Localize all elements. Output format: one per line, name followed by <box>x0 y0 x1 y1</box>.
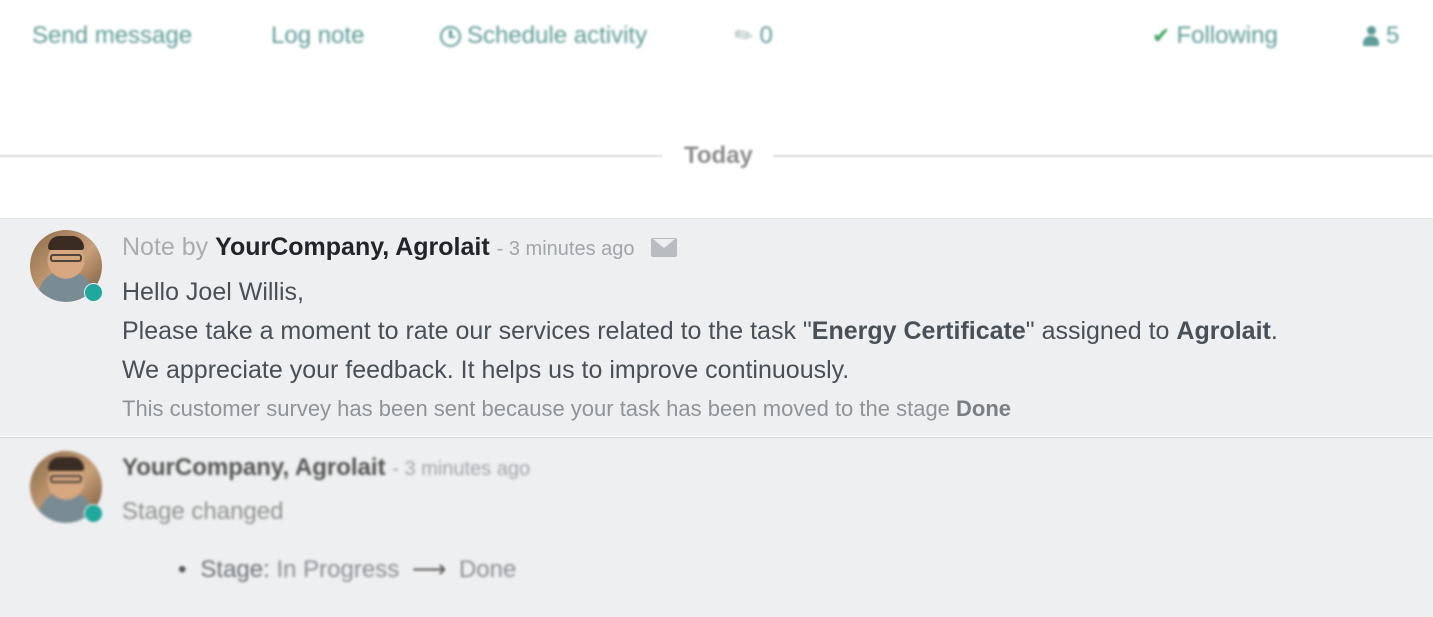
attachments-button[interactable]: ✎ 0 <box>729 20 773 51</box>
schedule-activity-button[interactable]: Schedule activity <box>440 22 647 50</box>
log-note-label: Log note <box>271 22 365 49</box>
message-date: - 3 minutes ago <box>496 238 635 260</box>
rating-text-prefix: Please take a moment to rate our service… <box>122 317 812 345</box>
avatar-hair <box>48 236 84 250</box>
paperclip-icon: ✎ <box>729 20 759 52</box>
separator-line-left <box>0 155 662 157</box>
assignee-name: Agrolait <box>1176 317 1271 345</box>
followers-button[interactable]: 5 <box>1362 22 1399 50</box>
schedule-activity-label: Schedule activity <box>467 22 648 49</box>
person-icon <box>1362 25 1380 47</box>
message-body: Stage changed <box>122 498 284 525</box>
clock-icon <box>440 25 461 47</box>
following-button[interactable]: ✔ Following <box>1152 22 1278 50</box>
message-line-rating: Please take a moment to rate our service… <box>122 317 1278 346</box>
attachments-count: 0 <box>759 22 773 49</box>
rating-text-suffix: . <box>1270 317 1278 345</box>
online-status-icon <box>84 283 103 302</box>
message-line-feedback: We appreciate your feedback. It helps us… <box>122 356 850 384</box>
task-name: Energy Certificate <box>811 317 1026 345</box>
message-author[interactable]: YourCompany, Agrolait <box>122 454 386 481</box>
footer-text: This customer survey has been sent becau… <box>122 396 957 421</box>
message-type: Note by <box>122 233 209 261</box>
chatter-toolbar: Send message Log note Schedule activity … <box>0 0 1433 78</box>
message-author[interactable]: YourCompany, Agrolait <box>215 233 490 261</box>
separator-line-right <box>773 155 1433 157</box>
message-date: - 3 minutes ago <box>392 458 531 480</box>
message-footer: This customer survey has been sent becau… <box>122 396 1011 422</box>
avatar-hair <box>48 457 84 471</box>
check-icon: ✔ <box>1152 23 1171 48</box>
message-tracking: YourCompany, Agrolait - 3 minutes ago St… <box>0 437 1433 617</box>
tracking-old-value: In Progress <box>276 556 400 583</box>
avatar[interactable] <box>30 230 103 302</box>
chatter-panel: Send message Log note Schedule activity … <box>0 0 1433 617</box>
following-label: Following <box>1176 22 1278 49</box>
footer-stage: Done <box>956 396 1012 421</box>
tracking-new-value: Done <box>458 556 517 583</box>
log-note-button[interactable]: Log note <box>271 22 364 50</box>
message-header: YourCompany, Agrolait - 3 minutes ago <box>122 454 530 482</box>
envelope-icon[interactable] <box>651 238 678 257</box>
rating-text-middle: " assigned to <box>1025 317 1177 345</box>
message-greeting: Hello Joel Willis, <box>122 278 304 306</box>
message-note: Note by YourCompany, Agrolait - 3 minute… <box>0 218 1433 436</box>
send-message-button[interactable]: Send message <box>32 22 192 50</box>
avatar-glasses <box>50 254 82 262</box>
avatar[interactable] <box>30 451 103 523</box>
date-separator: Today <box>0 140 1433 170</box>
date-separator-label: Today <box>684 142 753 169</box>
tracking-value-item: • Stage: In Progress ⟶ Done <box>178 555 516 584</box>
bullet-icon: • <box>178 556 187 583</box>
arrow-right-icon: ⟶ <box>411 556 447 583</box>
send-message-label: Send message <box>32 22 193 49</box>
tracking-field-name: Stage: <box>200 556 270 583</box>
online-status-icon <box>84 504 103 523</box>
avatar-glasses <box>50 475 82 483</box>
message-header: Note by YourCompany, Agrolait - 3 minute… <box>122 233 678 262</box>
followers-count: 5 <box>1386 22 1400 49</box>
